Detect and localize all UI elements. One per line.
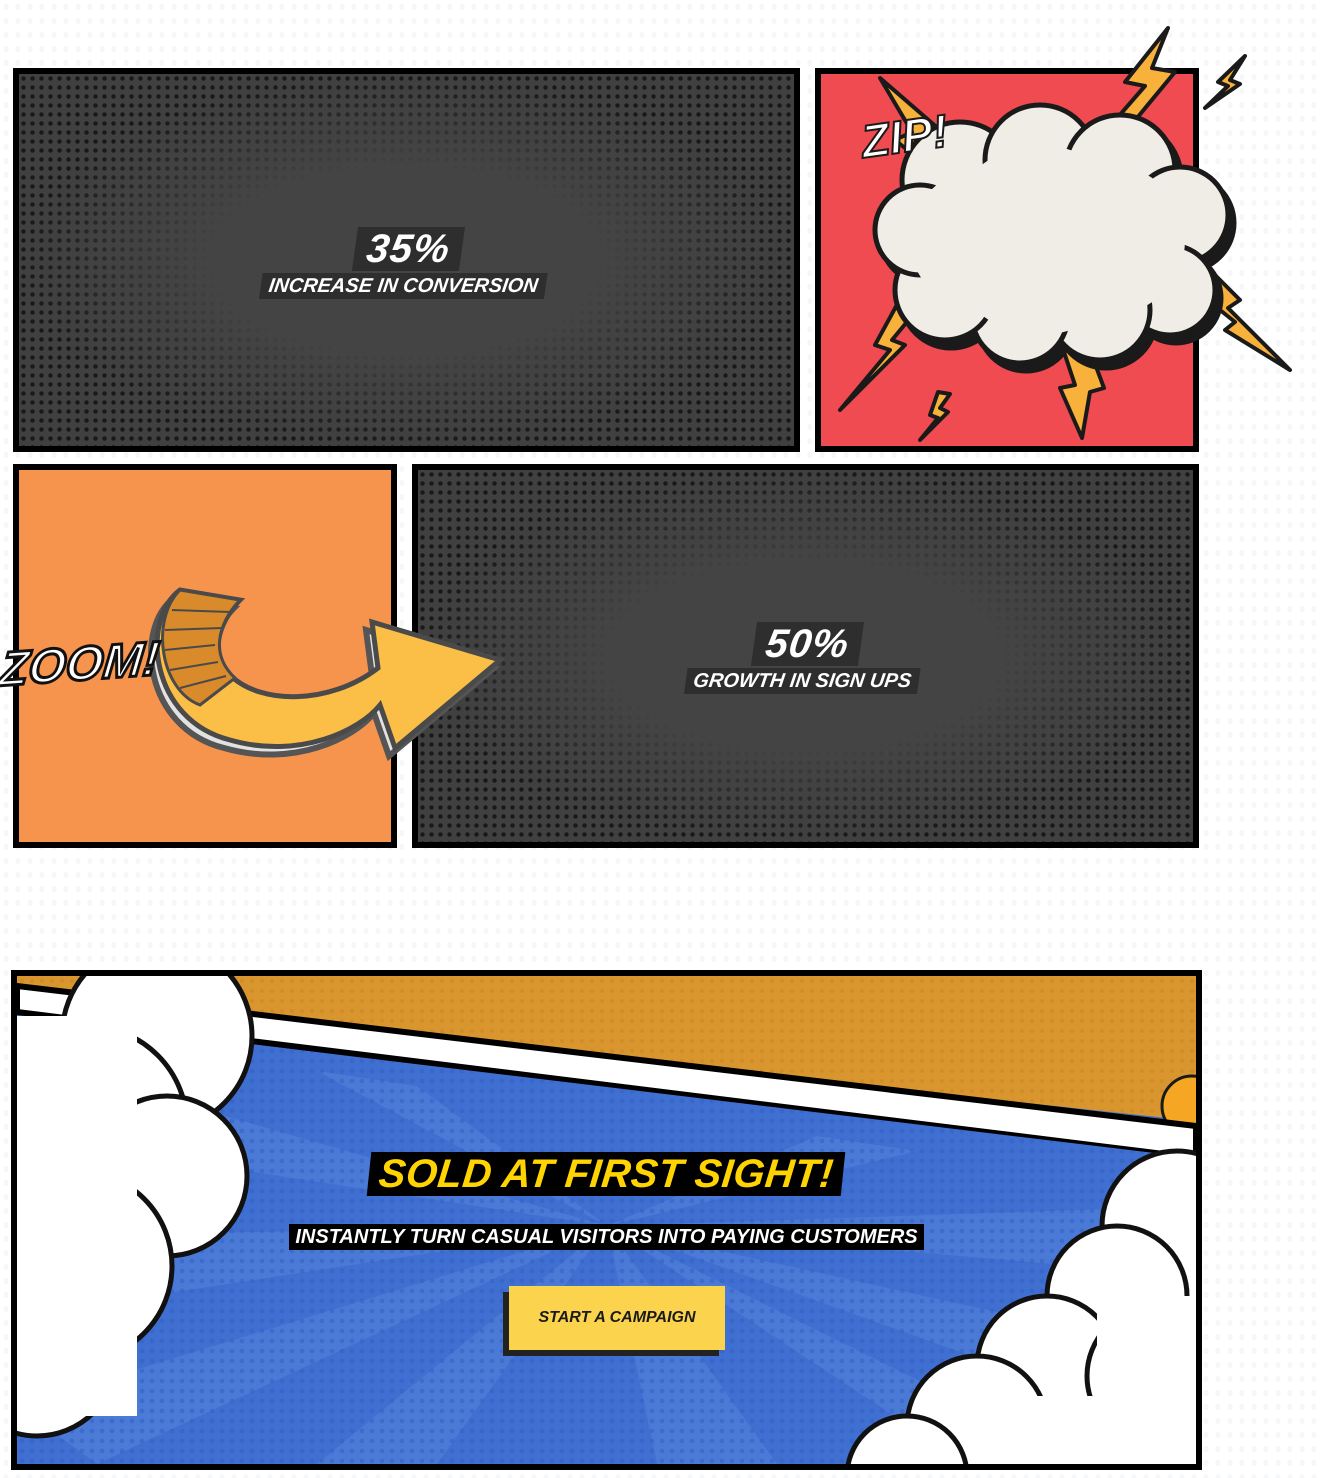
start-campaign-button[interactable]: START A CAMPAIGN xyxy=(509,1286,725,1350)
cta-subtitle-text: INSTANTLY TURN CASUAL VISITORS INTO PAYI… xyxy=(289,1224,924,1250)
stat-conversion: 35% INCREASE IN CONVERSION xyxy=(19,227,794,299)
cta-banner: SOLD AT FIRST SIGHT! INSTANTLY TURN CASU… xyxy=(11,970,1202,1470)
stat-panel-conversion: 35% INCREASE IN CONVERSION xyxy=(13,68,800,452)
stat-signups: 50% GROWTH IN SIGN UPS xyxy=(418,622,1193,694)
cta-subtitle: INSTANTLY TURN CASUAL VISITORS INTO PAYI… xyxy=(17,1224,1196,1250)
zip-panel xyxy=(815,68,1199,452)
cta-title: SOLD AT FIRST SIGHT! xyxy=(17,1152,1196,1196)
stat-label: INCREASE IN CONVERSION xyxy=(258,273,548,299)
cta-title-text: SOLD AT FIRST SIGHT! xyxy=(366,1152,847,1196)
stat-label: GROWTH IN SIGN UPS xyxy=(683,668,921,694)
stat-panel-signups: 50% GROWTH IN SIGN UPS xyxy=(412,464,1199,848)
stat-value: 35% xyxy=(351,227,466,271)
cta-background-art xyxy=(17,976,1196,1464)
stat-value: 50% xyxy=(750,622,865,666)
zoom-panel xyxy=(13,464,397,848)
